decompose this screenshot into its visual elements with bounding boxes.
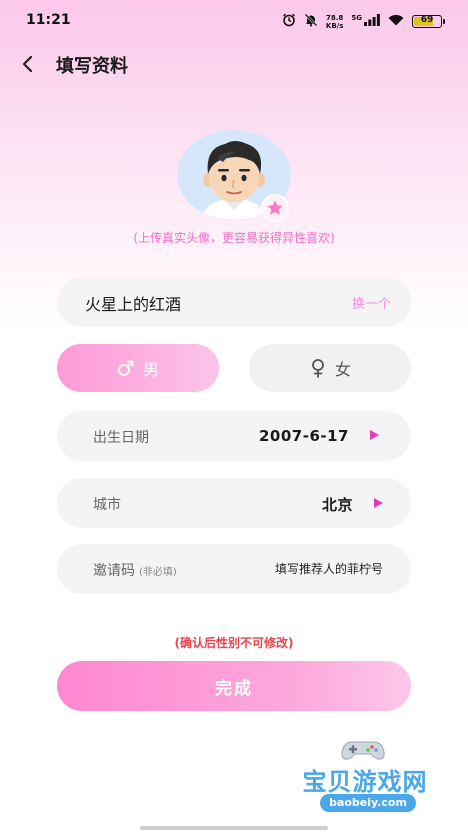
status-time: 11:21: [26, 12, 71, 28]
gender-male-label: 男: [142, 360, 159, 379]
chevron-left-icon: [22, 55, 33, 73]
star-icon: [267, 200, 283, 215]
signal-type: 5G: [351, 13, 362, 22]
back-button[interactable]: [14, 50, 42, 78]
net-speed-value: 78.8: [325, 13, 344, 22]
status-bar: 11:21 78.8 KB/s 5G 69: [0, 0, 468, 42]
alarm-icon: [282, 13, 296, 30]
swap-nickname-button[interactable]: 换一个: [352, 293, 391, 312]
male-symbol-icon: [118, 360, 134, 376]
avatar-upload[interactable]: [177, 130, 291, 222]
gender-female-label: 女: [334, 360, 351, 379]
invite-label-text: 邀请码: [93, 563, 135, 579]
invite-code-field[interactable]: 邀请码 (非必填) 填写推荐人的菲柠号: [57, 544, 411, 594]
home-indicator[interactable]: [140, 826, 328, 830]
nickname-value: 火星上的红酒: [85, 295, 182, 314]
net-speed: 78.8 KB/s: [326, 14, 343, 30]
watermark-text: 宝贝游戏网: [302, 768, 428, 796]
arrow-right-icon: [370, 430, 379, 440]
battery-icon: 69: [412, 15, 445, 28]
avatar-hint: (上传真实头像，更容易获得异性喜欢): [133, 231, 335, 245]
avatar-badge: [261, 194, 289, 222]
net-speed-unit: KB/s: [325, 21, 344, 30]
page-title: 填写资料: [56, 56, 128, 77]
invite-label-note: (非必填): [139, 567, 177, 578]
watermark-logo: 宝贝游戏网 baobeiy.com: [290, 738, 450, 826]
nav-bar: 填写资料: [0, 42, 468, 86]
birthday-label: 出生日期: [93, 430, 149, 446]
arrow-right-icon: [374, 498, 383, 508]
mute-icon: [304, 13, 318, 30]
invite-code-input[interactable]: 填写推荐人的菲柠号: [275, 560, 383, 577]
birthday-value: 2007-6-17: [258, 427, 349, 445]
status-icons: 78.8 KB/s 5G 69: [282, 13, 445, 30]
watermark-url: baobeiy.com: [320, 794, 416, 812]
female-symbol-icon: [312, 359, 324, 378]
submit-button[interactable]: 完成: [57, 661, 411, 711]
nickname-field[interactable]: 火星上的红酒 换一个: [57, 277, 411, 327]
birthday-field[interactable]: 出生日期 2007-6-17: [57, 411, 411, 461]
gender-male-button[interactable]: 男: [57, 344, 219, 392]
wifi-icon: [388, 14, 404, 29]
invite-label: 邀请码 (非必填): [93, 560, 177, 580]
city-label: 城市: [93, 497, 121, 513]
city-field[interactable]: 城市 北京: [57, 478, 411, 528]
gender-warning: (确认后性别不可修改): [174, 636, 294, 650]
signal-icon: [364, 14, 380, 29]
city-value: 北京: [321, 496, 353, 514]
gender-female-button[interactable]: 女: [249, 344, 411, 392]
battery-level: 69: [420, 15, 434, 25]
gamepad-icon: [341, 741, 385, 760]
